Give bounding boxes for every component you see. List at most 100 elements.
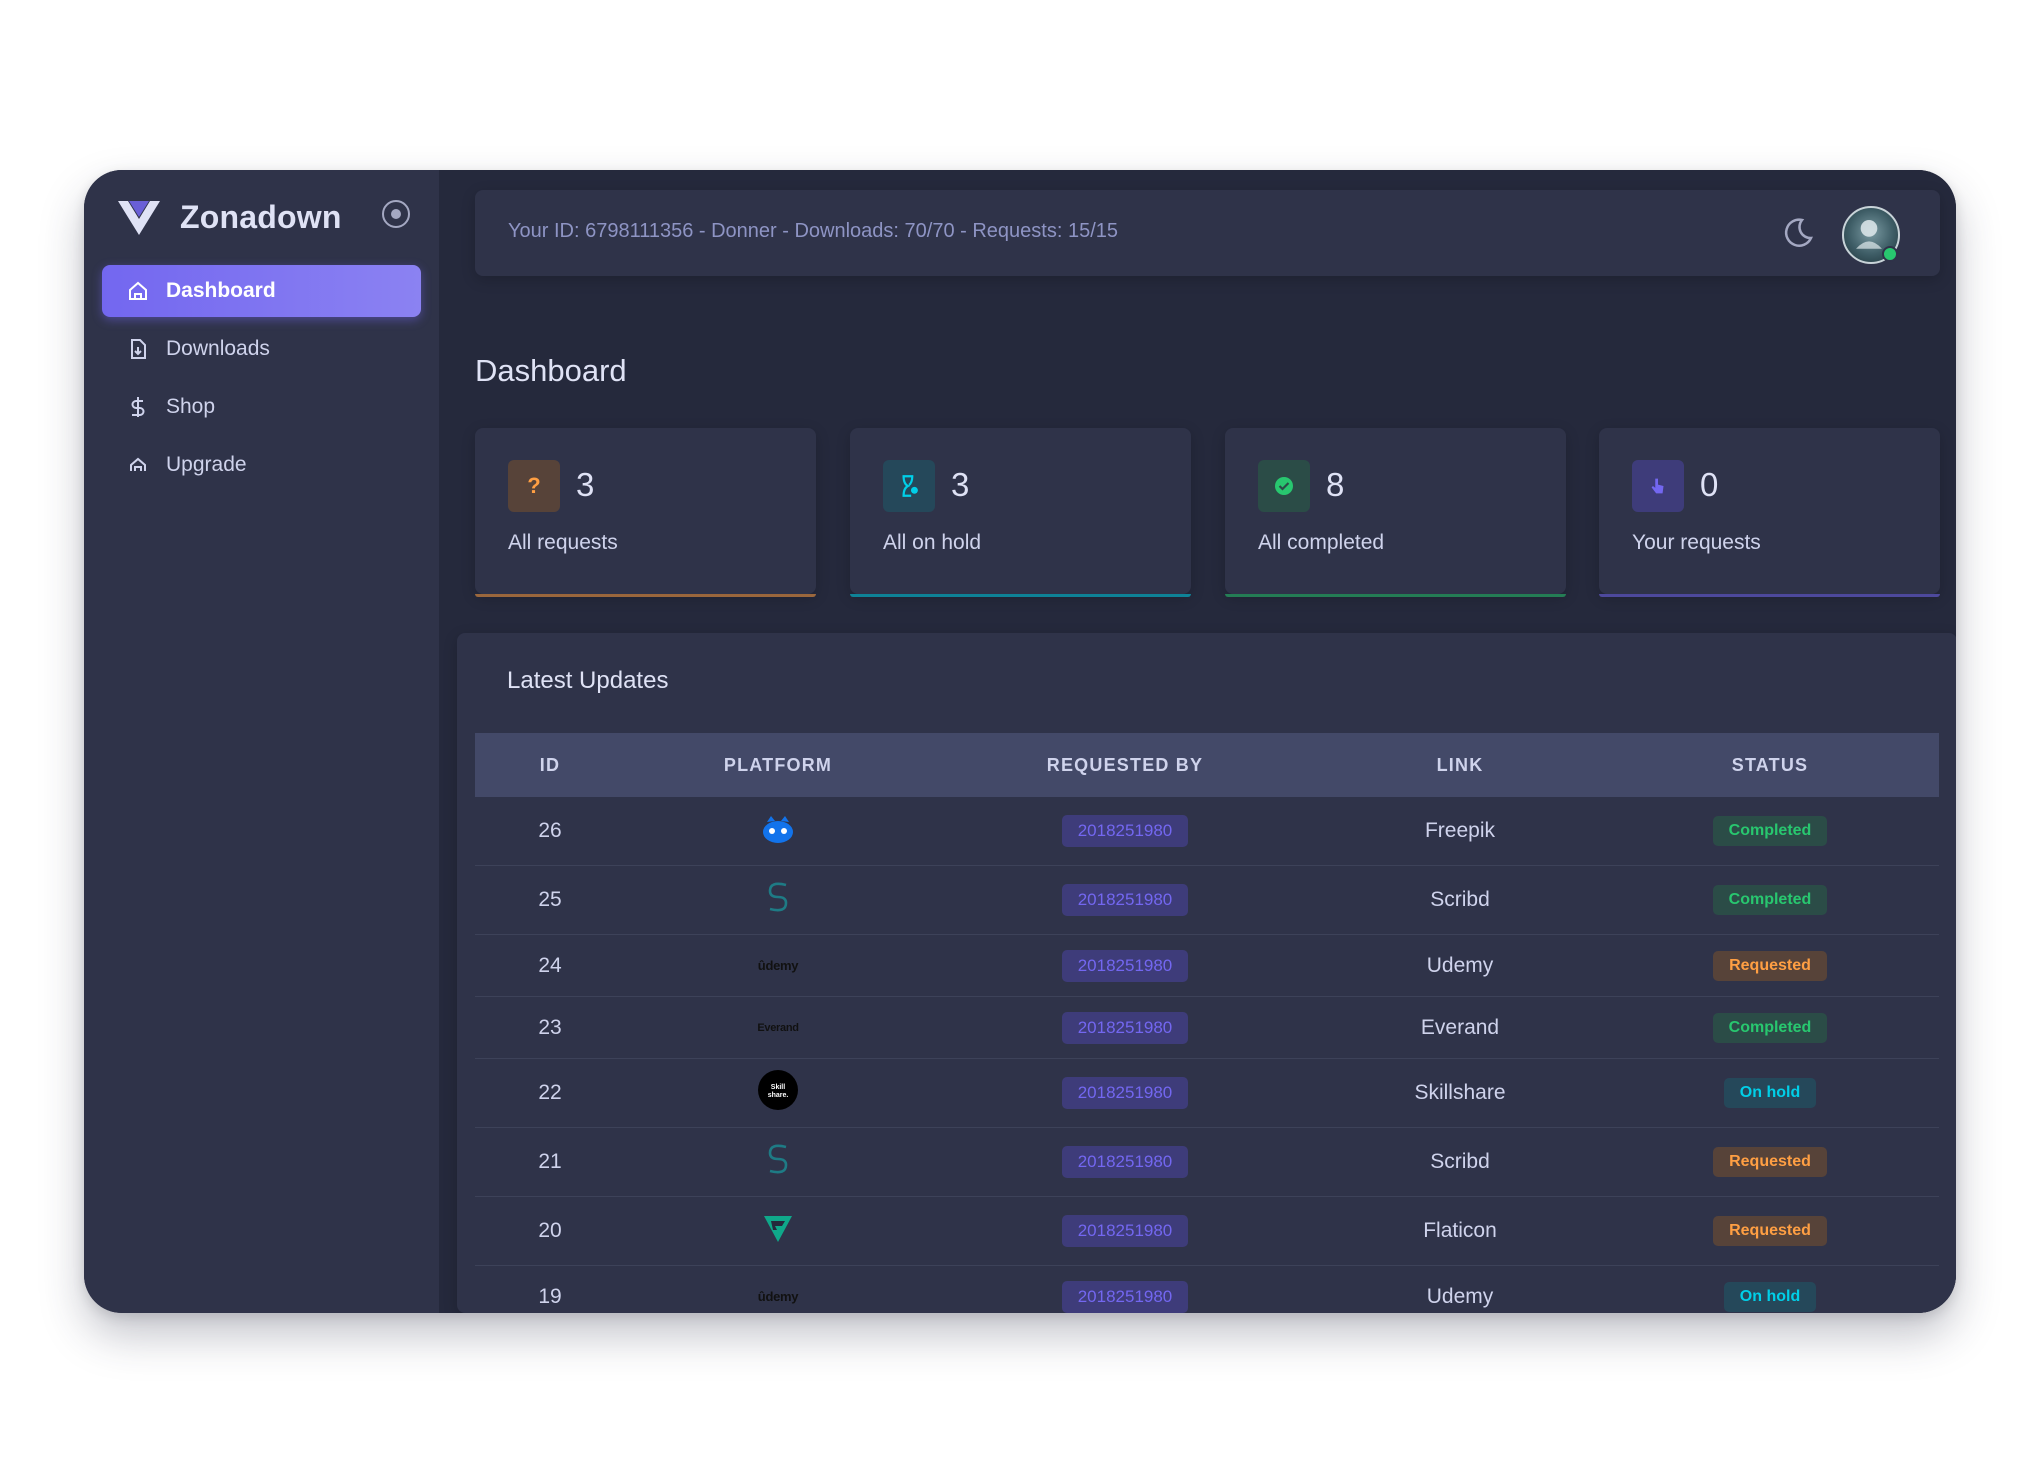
status-badge: Requested (1713, 1216, 1827, 1246)
table-row[interactable]: 22 Skill share. 2018251980 Skillshare On … (475, 1058, 1939, 1128)
table-row[interactable]: 26 2018251980 Freepik Completed (475, 797, 1939, 866)
status-cell: Completed (1601, 865, 1939, 935)
status-cell: Requested (1601, 934, 1939, 997)
sidebar-item-label: Shop (166, 395, 216, 418)
sidebar-item-shop[interactable]: Shop (102, 381, 421, 433)
platform-cell (625, 1196, 931, 1266)
requested-by-cell: 2018251980 (931, 1058, 1319, 1128)
main-content: Your ID: 6798111356 - Donner - Downloads… (439, 170, 1956, 1313)
status-badge: Requested (1713, 950, 1827, 981)
row-id: 21 (475, 1127, 625, 1197)
link-cell[interactable]: Freepik (1319, 797, 1601, 866)
requested-by-cell: 2018251980 (931, 1127, 1319, 1197)
requester-id-chip[interactable]: 2018251980 (1061, 884, 1189, 916)
top-bar: Your ID: 6798111356 - Donner - Downloads… (475, 190, 1940, 276)
platform-cell (625, 865, 931, 935)
requester-id-chip[interactable]: 2018251980 (1061, 949, 1189, 982)
skillshare-logo-text-2: share. (768, 1092, 789, 1099)
column-header-link[interactable]: LINK (1319, 733, 1601, 797)
stat-label: All requests (508, 531, 618, 554)
column-header-id[interactable]: ID (475, 733, 625, 797)
sidebar-item-label: Upgrade (166, 453, 247, 476)
requester-id-chip[interactable]: 2018251980 (1061, 1077, 1189, 1109)
platform-cell: ûdemy (625, 1265, 931, 1313)
requester-id-chip[interactable]: 2018251980 (1061, 1215, 1189, 1247)
status-badge: Completed (1712, 885, 1828, 915)
sidebar: Zonadown Dashboard Downloads Shop Upgrad… (84, 170, 439, 1313)
home-icon (126, 279, 150, 303)
stat-card-your-requests[interactable]: 0 Your requests (1599, 428, 1940, 597)
udemy-logo-icon: ûdemy (757, 1289, 799, 1304)
online-status-dot (1882, 246, 1898, 262)
table-row[interactable]: 25 2018251980 Scribd Completed (475, 865, 1939, 935)
column-header-status[interactable]: STATUS (1601, 733, 1939, 797)
requester-id-chip[interactable]: 2018251980 (1061, 815, 1189, 847)
platform-cell (625, 797, 931, 866)
status-badge: Completed (1712, 1012, 1828, 1043)
requester-id-chip[interactable]: 2018251980 (1061, 1146, 1189, 1178)
sidebar-nav: Dashboard Downloads Shop Upgrade (102, 265, 421, 497)
status-badge: On hold (1723, 1281, 1817, 1312)
column-header-platform[interactable]: PLATFORM (625, 733, 931, 797)
requester-id-chip[interactable]: 2018251980 (1061, 1280, 1189, 1313)
dollar-icon (126, 395, 150, 419)
row-id: 23 (475, 996, 625, 1059)
check-circle-icon (1258, 460, 1310, 512)
latest-updates-title: Latest Updates (507, 667, 669, 694)
status-badge: On hold (1723, 1078, 1817, 1108)
avatar[interactable] (1842, 206, 1900, 264)
link-cell[interactable]: Udemy (1319, 1265, 1601, 1313)
table-row[interactable]: 20 2018251980 Flaticon Requested (475, 1196, 1939, 1266)
requested-by-cell: 2018251980 (931, 1265, 1319, 1313)
moon-icon[interactable] (1780, 214, 1816, 250)
link-cell[interactable]: Everand (1319, 996, 1601, 1059)
status-cell: On hold (1601, 1265, 1939, 1313)
link-cell[interactable]: Scribd (1319, 865, 1601, 935)
requested-by-cell: 2018251980 (931, 865, 1319, 935)
platform-cell: ûdemy (625, 934, 931, 997)
link-cell[interactable]: Scribd (1319, 1127, 1601, 1197)
stat-accent-bar (1599, 594, 1940, 597)
question-icon: ? (508, 460, 560, 512)
row-id: 20 (475, 1196, 625, 1266)
stat-card-all-on-hold[interactable]: 3 All on hold (850, 428, 1191, 597)
table-row[interactable]: 19 ûdemy 2018251980 Udemy On hold (475, 1265, 1939, 1313)
stats-row: ? 3 All requests 3 All on hold 8 All com… (475, 428, 1940, 598)
stat-card-all-requests[interactable]: ? 3 All requests (475, 428, 816, 597)
link-cell[interactable]: Udemy (1319, 934, 1601, 997)
stat-card-all-completed[interactable]: 8 All completed (1225, 428, 1566, 597)
sidebar-collapse-toggle[interactable] (382, 200, 410, 228)
row-id: 19 (475, 1265, 625, 1313)
link-cell[interactable]: Skillshare (1319, 1058, 1601, 1128)
arrow-up-icon (126, 453, 150, 477)
account-info: Your ID: 6798111356 - Donner - Downloads… (508, 220, 1119, 242)
pointer-icon (1632, 460, 1684, 512)
stat-value: 8 (1326, 466, 1345, 503)
brand[interactable]: Zonadown (116, 192, 342, 242)
row-id: 25 (475, 865, 625, 935)
sidebar-item-upgrade[interactable]: Upgrade (102, 439, 421, 491)
sidebar-item-label: Dashboard (166, 279, 276, 302)
table-row[interactable]: 23 Everand 2018251980 Everand Completed (475, 996, 1939, 1059)
link-cell[interactable]: Flaticon (1319, 1196, 1601, 1266)
requested-by-cell: 2018251980 (931, 934, 1319, 997)
table-row[interactable]: 21 2018251980 Scribd Requested (475, 1127, 1939, 1197)
zonadown-logo-icon (118, 201, 160, 235)
table-row[interactable]: 24 ûdemy 2018251980 Udemy Requested (475, 934, 1939, 997)
platform-cell: Skill share. (625, 1058, 931, 1128)
requested-by-cell: 2018251980 (931, 996, 1319, 1059)
column-header-requested-by[interactable]: REQUESTED BY (931, 733, 1319, 797)
flaticon-logo-icon (752, 1206, 804, 1250)
sidebar-item-dashboard[interactable]: Dashboard (102, 265, 421, 317)
requested-by-cell: 2018251980 (931, 797, 1319, 866)
page-title: Dashboard (475, 352, 627, 388)
latest-updates-card: Latest Updates ID PLATFORM REQUESTED BY … (457, 633, 1956, 1313)
stat-value: 0 (1700, 466, 1719, 503)
platform-cell (625, 1127, 931, 1197)
status-cell: On hold (1601, 1058, 1939, 1128)
brand-name: Zonadown (180, 198, 342, 235)
sidebar-item-label: Downloads (166, 337, 270, 360)
sidebar-item-downloads[interactable]: Downloads (102, 323, 421, 375)
requester-id-chip[interactable]: 2018251980 (1061, 1011, 1189, 1044)
status-cell: Completed (1601, 797, 1939, 866)
